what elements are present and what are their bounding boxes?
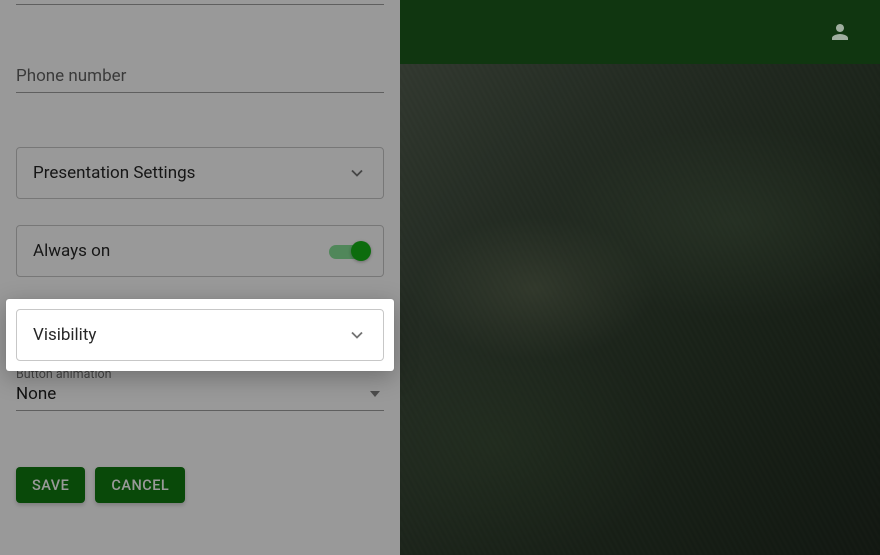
visibility-label: Visibility: [33, 325, 96, 345]
cancel-button[interactable]: CANCEL: [95, 467, 185, 503]
visibility-row[interactable]: Visibility: [16, 309, 384, 361]
top-bar: [400, 0, 880, 64]
button-animation-value: None: [16, 384, 56, 404]
phone-number-field[interactable]: Phone number: [16, 45, 384, 93]
presentation-settings-label: Presentation Settings: [33, 163, 195, 183]
always-on-toggle[interactable]: [329, 241, 367, 261]
chevron-down-icon: [347, 163, 367, 183]
visibility-popover: Visibility: [6, 299, 394, 371]
phone-number-label: Phone number: [16, 66, 126, 86]
person-icon[interactable]: [828, 20, 852, 44]
top-bar-overlay: [400, 0, 880, 64]
field-divider-top: [16, 0, 384, 5]
button-animation-select[interactable]: Button animation None: [16, 367, 384, 411]
dropdown-icon: [370, 391, 380, 397]
background-dim-overlay: [400, 0, 880, 555]
settings-sidebar: Phone number Presentation Settings Alway…: [0, 0, 400, 555]
action-buttons: SAVE CANCEL: [16, 467, 384, 503]
chevron-down-icon: [347, 325, 367, 345]
always-on-row: Always on: [16, 225, 384, 277]
save-button[interactable]: SAVE: [16, 467, 85, 503]
always-on-label: Always on: [33, 241, 110, 261]
presentation-settings-row[interactable]: Presentation Settings: [16, 147, 384, 199]
toggle-thumb: [351, 241, 371, 261]
background-image: [400, 0, 880, 555]
